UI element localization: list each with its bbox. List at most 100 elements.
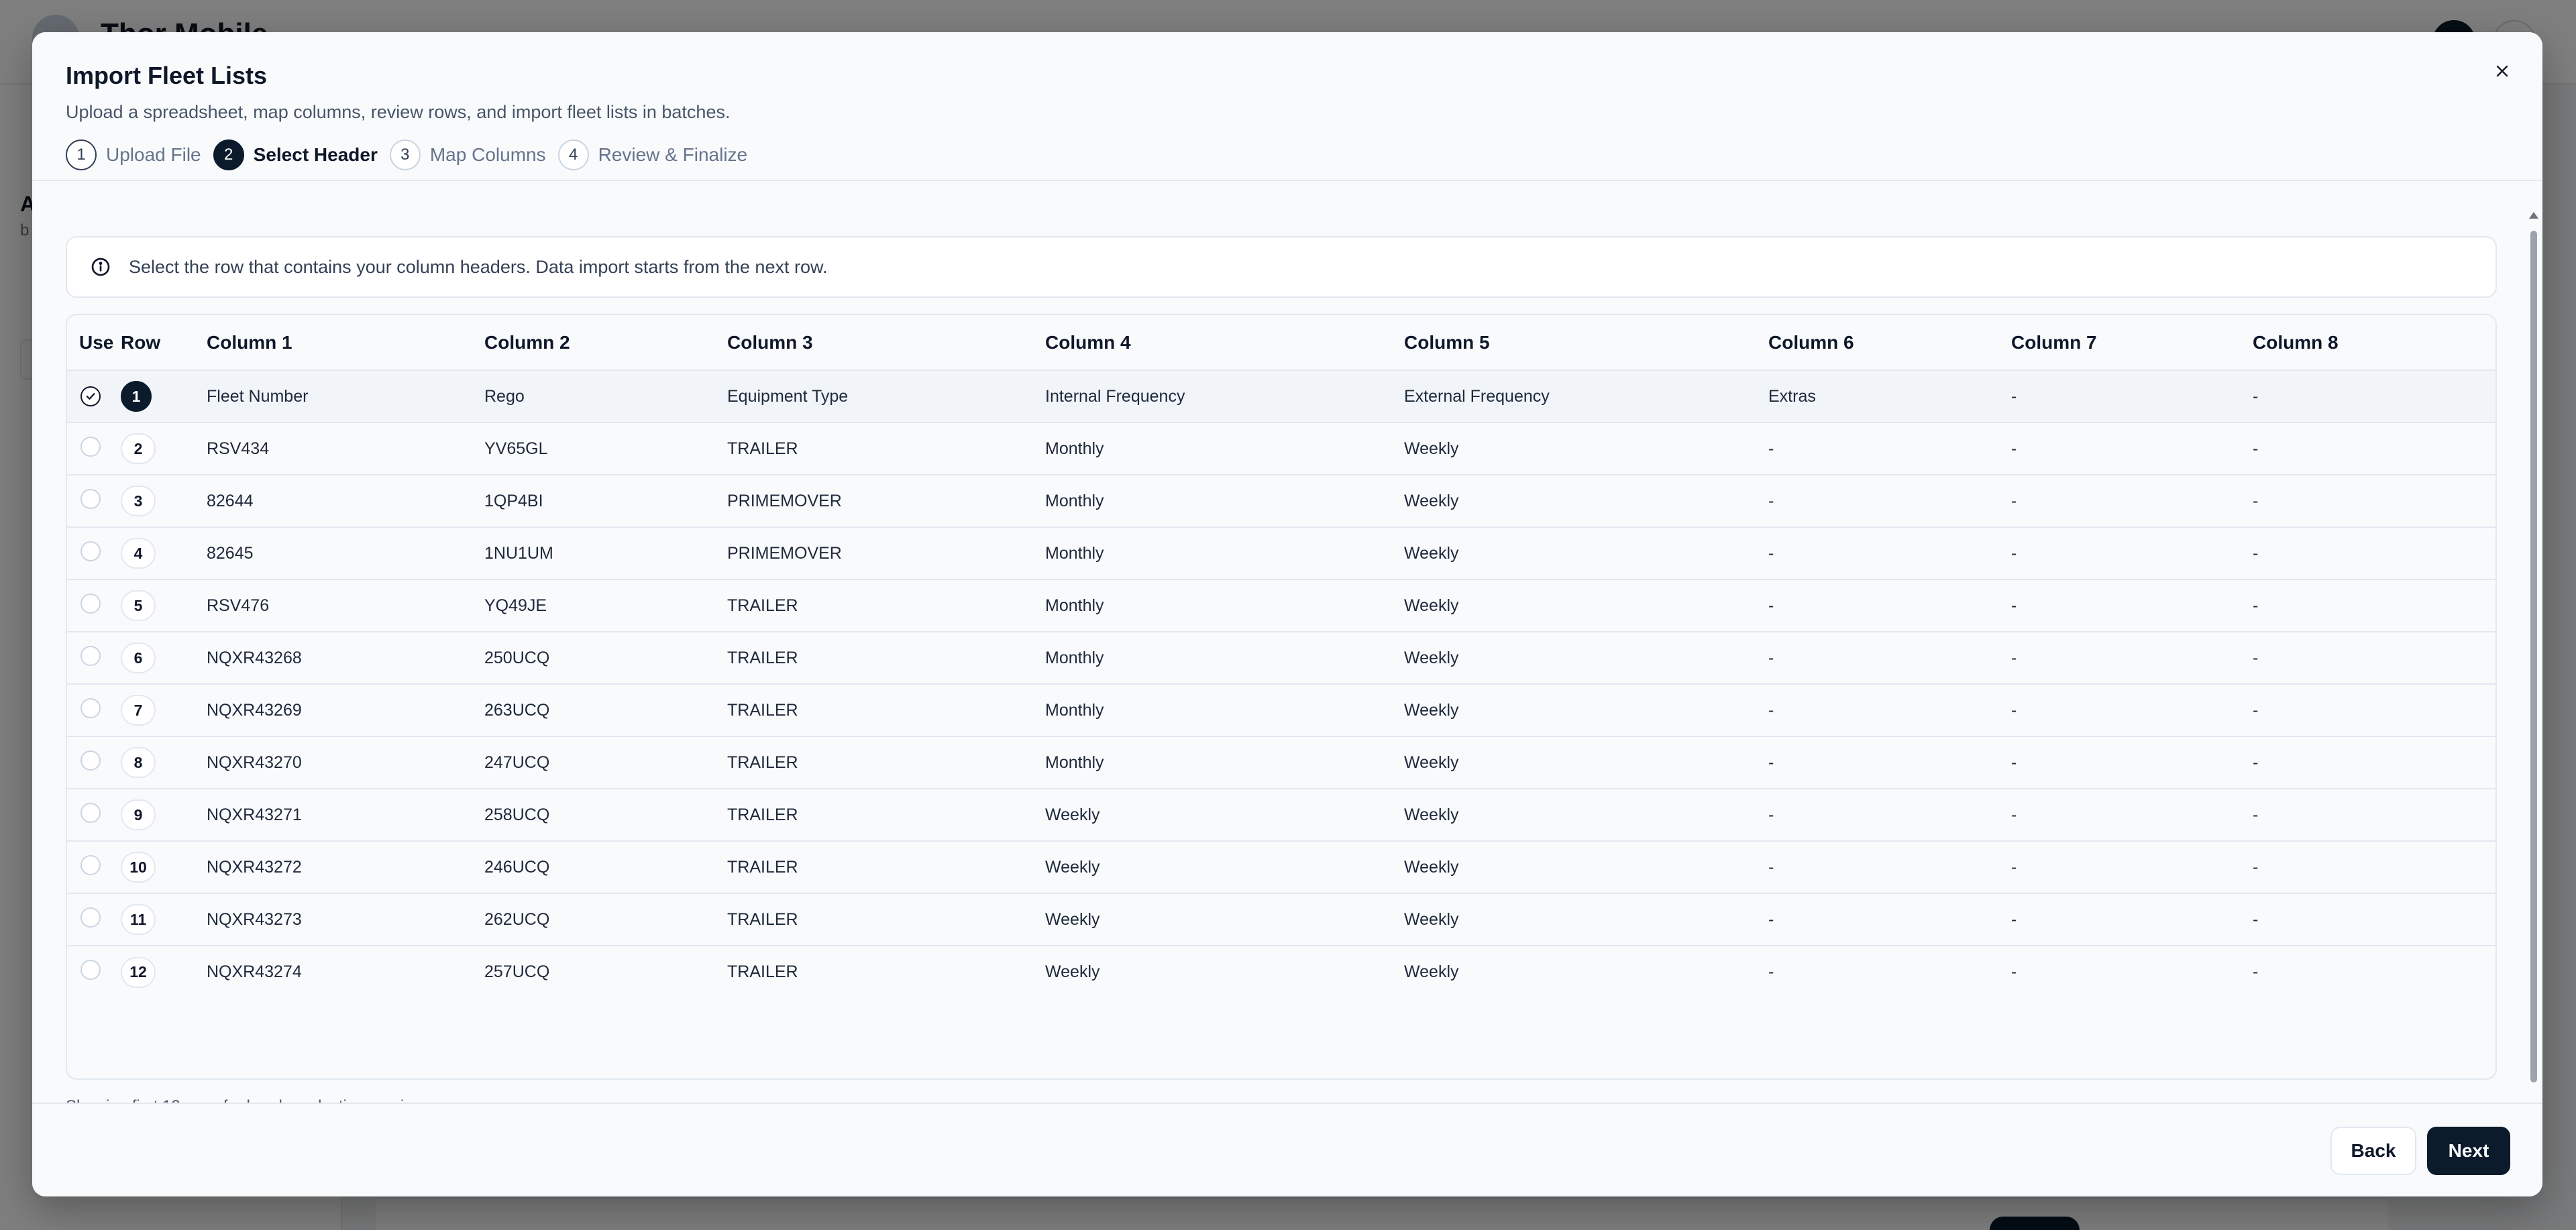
table-cell: - (2011, 579, 2253, 632)
table-cell: Weekly (1404, 684, 1768, 737)
table-row[interactable]: 6 NQXR43268 250UCQ TRAILER Monthly Weekly - - - (67, 632, 2496, 685)
use-cell[interactable] (67, 370, 121, 423)
table-cell: NQXR43269 (207, 684, 484, 737)
radio-icon[interactable] (80, 697, 101, 718)
table-cell: Weekly (1404, 423, 1768, 476)
table-cell: NQXR43273 (207, 893, 484, 946)
table-cell: - (1768, 579, 2011, 632)
table-cell: - (2253, 632, 2496, 685)
radio-icon[interactable] (80, 436, 101, 457)
table-cell: - (1768, 632, 2011, 685)
table-row[interactable]: 4 82645 1NU1UM PRIMEMOVER Monthly Weekly - - - (67, 527, 2496, 580)
table-cell: PRIMEMOVER (727, 527, 1045, 580)
radio-icon[interactable] (80, 854, 101, 875)
table-cell: - (2253, 684, 2496, 737)
row-number-cell: 7 (121, 684, 207, 737)
use-cell[interactable] (67, 893, 121, 946)
table-cell: Monthly (1045, 527, 1404, 580)
table-row[interactable]: 8 NQXR43270 247UCQ TRAILER Monthly Weekly - - - (67, 736, 2496, 789)
radio-icon[interactable] (80, 802, 101, 823)
table-cell: Fleet Number (207, 370, 484, 423)
table-cell: - (2011, 527, 2253, 580)
step-number: 2 (213, 139, 244, 170)
table-cell: - (2011, 962, 2017, 981)
table-cell: NQXR43274 (207, 962, 302, 981)
modal-scrollbar[interactable] (2529, 193, 2538, 1132)
column-header: Column 6 (1768, 315, 2011, 371)
use-cell[interactable] (67, 423, 121, 476)
use-cell[interactable] (67, 946, 121, 998)
row-number-cell: 12 (121, 946, 207, 998)
radio-icon[interactable] (80, 488, 101, 509)
table-cell: - (2011, 632, 2253, 685)
use-cell[interactable] (67, 684, 121, 737)
table-cell: PRIMEMOVER (727, 475, 1045, 528)
radio-icon[interactable] (80, 645, 101, 666)
row-number-badge: 5 (121, 590, 156, 621)
step-review-finalize[interactable]: 4 Review & Finalize (557, 139, 747, 170)
table-cell: - (2011, 684, 2253, 737)
table-row[interactable]: 2 RSV434 YV65GL TRAILER Monthly Weekly - - - (67, 423, 2496, 476)
table-row[interactable]: 7 NQXR43269 263UCQ TRAILER Monthly Weekly - - - (67, 684, 2496, 737)
table-cell: - (2253, 893, 2496, 946)
back-button[interactable]: Back (2330, 1127, 2416, 1175)
table-cell: 257UCQ (484, 962, 550, 981)
table-cell: - (2253, 789, 2496, 842)
table-cell: NQXR43272 (207, 841, 484, 894)
table-cell: Internal Frequency (1045, 370, 1404, 423)
table-cell: External Frequency (1404, 370, 1768, 423)
table-cell: Weekly (1404, 632, 1768, 685)
table-row[interactable]: 10 NQXR43272 246UCQ TRAILER Weekly Weekly - - - (67, 841, 2496, 894)
table-cell: - (1768, 789, 2011, 842)
radio-icon[interactable] (80, 907, 101, 928)
scroll-thumb[interactable] (2530, 231, 2537, 1082)
use-cell[interactable] (67, 736, 121, 789)
table-cell: TRAILER (727, 962, 798, 981)
step-upload-file[interactable]: 1 Upload File (66, 139, 201, 170)
use-cell[interactable] (67, 475, 121, 528)
table-cell: - (2253, 579, 2496, 632)
radio-icon[interactable] (80, 541, 101, 561)
column-header: Use (67, 315, 121, 371)
step-select-header[interactable]: 2 Select Header (213, 139, 378, 170)
table-row[interactable]: 5 RSV476 YQ49JE TRAILER Monthly Weekly - - - (67, 579, 2496, 632)
use-cell[interactable] (67, 579, 121, 632)
row-number-cell: 9 (121, 789, 207, 842)
step-label: Select Header (253, 144, 378, 165)
use-cell[interactable] (67, 841, 121, 894)
table-row[interactable]: 11 NQXR43273 262UCQ TRAILER Weekly Weekly - - - (67, 893, 2496, 946)
header-selection-table: Use Row Column 1 Column 2 Column 3 Colum… (66, 314, 2497, 1080)
table-row[interactable]: 9 NQXR43271 258UCQ TRAILER Weekly Weekly - - - (67, 789, 2496, 842)
radio-checked-icon[interactable] (80, 386, 101, 406)
close-icon (2496, 65, 2508, 77)
row-number-cell: 5 (121, 579, 207, 632)
table-cell: 263UCQ (484, 684, 727, 737)
row-number-cell: 8 (121, 736, 207, 789)
row-number-badge: 11 (121, 904, 156, 935)
table-row[interactable]: 12 NQXR43274 257UCQ TRAILER Weekly Weekly - - - (67, 946, 2496, 998)
row-number-cell: 3 (121, 475, 207, 528)
use-cell[interactable] (67, 789, 121, 842)
column-header: Column 8 (2253, 315, 2496, 371)
radio-icon[interactable] (80, 960, 101, 980)
step-map-columns[interactable]: 3 Map Columns (389, 139, 546, 170)
table-cell: - (1768, 841, 2011, 894)
table-cell: - (1768, 893, 2011, 946)
table-cell: Weekly (1404, 841, 1768, 894)
row-number-badge: 2 (121, 433, 156, 464)
row-number-badge: 9 (121, 799, 156, 830)
radio-icon[interactable] (80, 593, 101, 614)
use-cell[interactable] (67, 527, 121, 580)
next-button[interactable]: Next (2427, 1127, 2510, 1175)
table-cell: TRAILER (727, 893, 1045, 946)
row-number-badge: 12 (121, 956, 156, 988)
row-number-cell: 2 (121, 423, 207, 476)
close-button[interactable] (2483, 52, 2521, 90)
use-cell[interactable] (67, 632, 121, 685)
scroll-up-arrow[interactable] (2529, 212, 2538, 219)
radio-icon[interactable] (80, 750, 101, 771)
table-row[interactable]: 3 82644 1QP4BI PRIMEMOVER Monthly Weekly - - - (67, 475, 2496, 528)
table-cell: Monthly (1045, 632, 1404, 685)
table-row[interactable]: 1 Fleet Number Rego Equipment Type Internal … (67, 370, 2496, 423)
modal-title: Import Fleet Lists (66, 62, 268, 89)
